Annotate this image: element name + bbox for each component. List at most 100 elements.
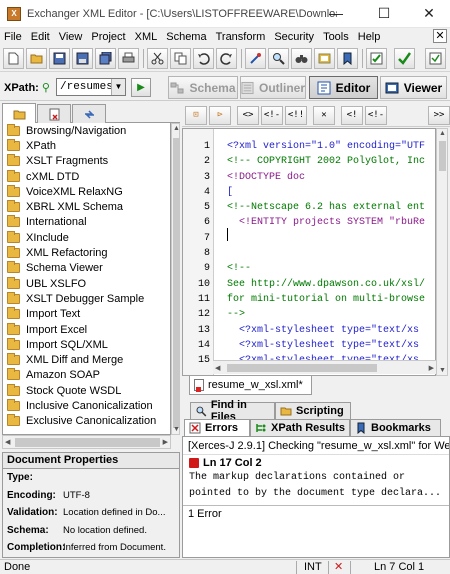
scroll-left-icon[interactable]: ◀ <box>5 438 10 446</box>
list-item[interactable]: Exclusive Canonicalization <box>3 414 170 429</box>
menu-transform[interactable]: Transform <box>212 31 270 43</box>
list-item[interactable]: XInclude <box>3 230 170 245</box>
list-item[interactable]: Browsing/Navigation <box>3 123 170 138</box>
list-item[interactable]: XML Refactoring <box>3 245 170 260</box>
well-formed-button[interactable] <box>366 48 387 69</box>
list-item[interactable]: International <box>3 215 170 230</box>
copy-button[interactable] <box>170 48 191 69</box>
save-button[interactable] <box>49 48 70 69</box>
error-entry[interactable]: Ln 17 Col 2 The markup declarations cont… <box>184 455 446 502</box>
list-item[interactable]: Import Text <box>3 307 170 322</box>
more-tools-button[interactable]: >> <box>428 106 450 125</box>
select-element-button[interactable]: ⊡ <box>185 106 207 125</box>
tab-projects[interactable] <box>2 103 36 124</box>
tab-helper[interactable] <box>72 104 106 123</box>
goto-button[interactable] <box>314 48 335 69</box>
menu-security[interactable]: Security <box>270 31 318 43</box>
list-item[interactable]: XBRL XML Schema <box>3 199 170 214</box>
select-content-button[interactable]: ⊳ <box>209 106 231 125</box>
editor-icon <box>317 81 331 94</box>
scroll-up-icon[interactable]: ▲ <box>439 130 446 137</box>
xpath-evaluate-button[interactable] <box>425 48 446 69</box>
redo-button[interactable] <box>216 48 237 69</box>
insert-cdata-button[interactable]: <!! <box>285 106 307 125</box>
scripting-label: Scripting <box>296 405 344 417</box>
code-editor[interactable]: 1 2 3 4 5 6 7 8 9 10 11 12 13 14 15 <?xm… <box>182 128 436 376</box>
minimize-button[interactable]: — <box>313 0 359 28</box>
editor-view-button[interactable]: Editor <box>309 76 378 99</box>
editor-horizontal-scrollbar[interactable]: ◀ ▶ <box>213 360 436 374</box>
tab-errors-list[interactable] <box>37 104 71 123</box>
list-item[interactable]: XSLT Debugger Sample <box>3 291 170 306</box>
tree-vertical-scrollbar[interactable]: ▲ ▼ <box>171 123 180 435</box>
scroll-left-icon[interactable]: ◀ <box>215 364 220 372</box>
code-line: <?xml-stylesheet type="text/xs <box>227 324 420 336</box>
maximize-button[interactable]: ☐ <box>361 0 407 28</box>
save-as-button[interactable] <box>72 48 93 69</box>
viewer-view-button[interactable]: Viewer <box>380 76 447 99</box>
property-row: Validation: Location defined in Do... <box>3 504 179 522</box>
editor-vertical-scrollbar[interactable]: ▲ ▼ <box>436 128 448 376</box>
scroll-right-icon[interactable]: ▶ <box>163 438 168 446</box>
validate-button[interactable] <box>394 48 415 69</box>
scroll-thumb[interactable] <box>15 438 160 447</box>
scroll-thumb[interactable] <box>227 364 377 372</box>
project-tree: Browsing/Navigation XPath XSLT Fragments… <box>2 123 171 435</box>
list-item[interactable]: XML Diff and Merge <box>3 352 170 367</box>
menu-help[interactable]: Help <box>354 31 385 43</box>
tab-scripting[interactable]: Scripting <box>275 402 351 419</box>
list-item[interactable]: XSLT Fragments <box>3 154 170 169</box>
menu-tools[interactable]: Tools <box>319 31 353 43</box>
find-in-files-button[interactable] <box>291 48 312 69</box>
menu-project[interactable]: Project <box>87 31 129 43</box>
scroll-down-icon[interactable]: ▼ <box>439 367 446 374</box>
xpath-run-button[interactable]: ▶ <box>131 78 151 97</box>
menu-edit[interactable]: Edit <box>27 31 54 43</box>
close-document-button[interactable]: ✕ <box>433 29 447 43</box>
list-item[interactable]: Stock Quote WSDL <box>3 383 170 398</box>
tree-horizontal-scrollbar[interactable]: ◀ ▶ <box>2 435 171 449</box>
format-button[interactable] <box>245 48 266 69</box>
scroll-thumb[interactable] <box>173 138 179 428</box>
tab-bookmarks[interactable]: Bookmarks <box>350 419 441 436</box>
tag-tool-button[interactable]: ✕ <box>313 106 335 125</box>
uncomment-button[interactable]: <! <box>341 106 363 125</box>
xpath-dropdown-button[interactable]: ▼ <box>111 79 125 95</box>
insert-tag-button[interactable]: <> <box>237 106 259 125</box>
list-item[interactable]: UBL XSLFO <box>3 276 170 291</box>
open-file-button[interactable] <box>26 48 47 69</box>
list-item[interactable]: XPath <box>3 138 170 153</box>
list-item-label: Schema Viewer <box>26 262 103 275</box>
outliner-view-button[interactable]: Outliner <box>240 76 306 99</box>
tab-errors[interactable]: Errors <box>184 419 250 436</box>
print-button[interactable] <box>118 48 139 69</box>
list-item[interactable]: Schema Viewer <box>3 261 170 276</box>
tab-xpath-results[interactable]: XPath Results <box>250 419 350 436</box>
find-button[interactable] <box>268 48 289 69</box>
undo-button[interactable] <box>193 48 214 69</box>
close-window-button[interactable]: ✕ <box>406 0 450 28</box>
schema-view-button[interactable]: Schema <box>168 76 238 99</box>
insert-comment-button[interactable]: <!- <box>261 106 283 125</box>
scroll-up-icon[interactable]: ▲ <box>173 125 180 132</box>
menu-file[interactable]: File <box>0 31 26 43</box>
scroll-thumb[interactable] <box>439 141 446 171</box>
bookmark-button[interactable] <box>337 48 358 69</box>
save-all-button[interactable] <box>95 48 116 69</box>
comment-block-button[interactable]: <!- <box>365 106 387 125</box>
cut-button[interactable] <box>147 48 168 69</box>
menu-schema[interactable]: Schema <box>162 31 210 43</box>
list-item[interactable]: Inclusive Canonicalization <box>3 398 170 413</box>
tab-resume-document[interactable]: resume_w_xsl.xml* <box>189 376 312 395</box>
list-item[interactable]: Import Excel <box>3 322 170 337</box>
list-item[interactable]: VoiceXML RelaxNG <box>3 184 170 199</box>
menu-xml[interactable]: XML <box>131 31 162 43</box>
scroll-right-icon[interactable]: ▶ <box>429 364 434 372</box>
new-file-button[interactable] <box>3 48 24 69</box>
list-item[interactable]: Import SQL/XML <box>3 337 170 352</box>
menu-view[interactable]: View <box>55 31 87 43</box>
tab-find-in-files[interactable]: Find in Files <box>190 399 275 423</box>
list-item[interactable]: Amazon SOAP <box>3 368 170 383</box>
list-item[interactable]: cXML DTD <box>3 169 170 184</box>
scroll-down-icon[interactable]: ▼ <box>173 426 180 433</box>
